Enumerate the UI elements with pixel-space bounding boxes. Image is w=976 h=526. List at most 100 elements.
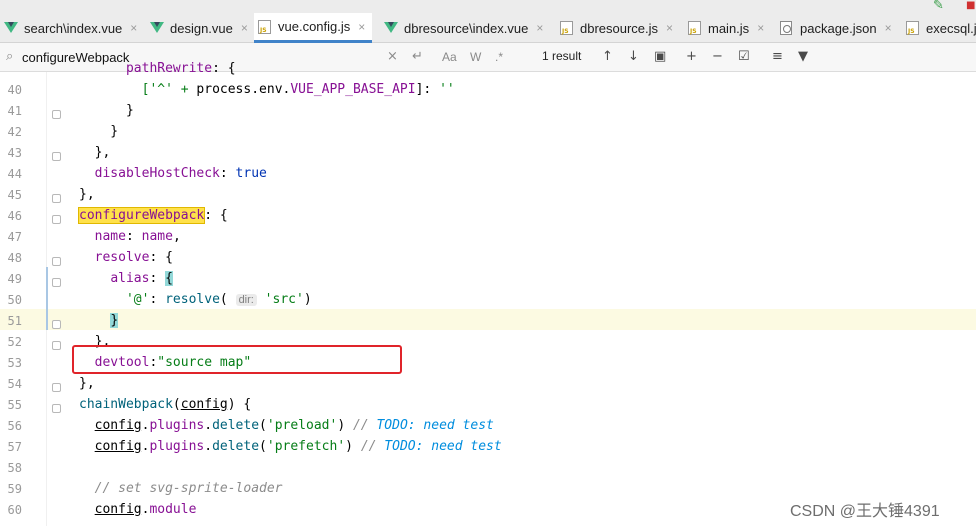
remove-selection-icon[interactable]: − [712, 47, 723, 67]
js-icon [688, 21, 704, 35]
close-icon[interactable]: × [757, 21, 764, 35]
code-line: configureWebpack: { [77, 207, 228, 224]
line-number: 53 [7, 356, 22, 370]
line-number: 60 [7, 503, 22, 517]
open-in-window-icon[interactable]: ▣ [654, 47, 666, 67]
line-number: 55 [7, 398, 22, 412]
regex-button[interactable]: .* [495, 47, 503, 67]
js-icon [258, 19, 274, 34]
js-icon [560, 21, 576, 35]
line-number: 42 [7, 125, 22, 139]
editor-tab-bar: search\index.vue × design.vue × vue.conf… [0, 0, 976, 43]
tab-label: dbresource\index.vue [404, 20, 529, 36]
tab-dbresource-index-vue[interactable]: dbresource\index.vue × [380, 13, 550, 43]
add-selection-icon[interactable]: + [686, 47, 697, 67]
line-number: 49 [7, 272, 22, 286]
js-icon [906, 21, 922, 35]
code-line: ['^' + process.env.VUE_APP_BASE_API]: '' [141, 82, 455, 97]
code-line: chainWebpack(config) { [79, 397, 252, 412]
line-number: 51 [7, 314, 22, 328]
code-editor[interactable]: 40 41 42 43 44 45 46 47 48 49 50 51 52 5… [0, 61, 976, 526]
parameter-hint: dir: [235, 294, 257, 306]
code-line: disableHostCheck: true [94, 166, 267, 181]
tab-label: execsql.js [926, 20, 976, 36]
in-selection-icon[interactable]: ≡ [772, 47, 783, 67]
tab-dbresource-js[interactable]: dbresource.js × [556, 13, 678, 43]
fold-toggle-icon[interactable] [52, 278, 61, 287]
build-hammer-icon[interactable]: ✎ [933, 0, 944, 13]
code-line: }, [79, 145, 111, 160]
line-number: 57 [7, 440, 22, 454]
select-all-occurrences-icon[interactable]: ☑ [738, 47, 750, 67]
close-icon[interactable]: × [536, 21, 543, 35]
code-line: config.module [94, 502, 197, 517]
search-result-count: 1 result [542, 49, 582, 63]
clear-search-icon[interactable]: × [387, 47, 398, 67]
line-number: 50 [7, 293, 22, 307]
code-line: name: name, [94, 229, 181, 244]
code-line: resolve: { [94, 250, 173, 265]
vue-icon [4, 21, 20, 35]
line-number: 54 [7, 377, 22, 391]
tab-design-vue[interactable]: design.vue × [146, 13, 254, 43]
line-number: 52 [7, 335, 22, 349]
vue-icon [150, 21, 166, 35]
vue-icon [384, 21, 400, 35]
code-line: pathRewrite: { [125, 61, 236, 76]
line-number: 45 [7, 188, 22, 202]
watermark: CSDN @王大锤4391 [790, 503, 940, 520]
line-number: 47 [7, 230, 22, 244]
close-icon[interactable]: × [358, 20, 365, 34]
notification-icon[interactable]: ■ [966, 0, 976, 12]
line-number: 56 [7, 419, 22, 433]
close-icon[interactable]: × [241, 21, 248, 35]
fold-toggle-icon[interactable] [52, 215, 61, 224]
code-line: '@': resolve( dir: 'src') [125, 292, 312, 307]
line-number: 41 [7, 104, 22, 118]
previous-occurrence-icon[interactable]: ↑ [602, 47, 613, 67]
line-number: 59 [7, 482, 22, 496]
close-icon[interactable]: × [130, 21, 137, 35]
tab-main-js[interactable]: main.js × [684, 13, 770, 43]
new-line-icon[interactable]: ↵ [412, 47, 423, 67]
words-button[interactable]: W [470, 47, 481, 67]
fold-toggle-icon[interactable] [52, 341, 61, 350]
code-line: // set svg-sprite-loader [94, 481, 283, 496]
tab-search-index-vue[interactable]: search\index.vue × [0, 13, 146, 43]
code-line: config.plugins.delete('prefetch') // TOD… [94, 439, 502, 454]
code-line: config.plugins.delete('preload') // TODO… [94, 418, 494, 433]
code-line: }, [79, 376, 95, 391]
tab-label: main.js [708, 20, 750, 36]
code-line: }, [79, 187, 95, 202]
next-occurrence-icon[interactable]: ↓ [628, 47, 639, 67]
change-marker [46, 267, 48, 330]
tab-vue-config-js[interactable]: vue.config.js × [254, 13, 372, 43]
tab-execsql-js[interactable]: execsql.js [902, 13, 976, 43]
package-icon [780, 21, 796, 35]
fold-toggle-icon[interactable] [52, 152, 61, 161]
tab-label: design.vue [170, 20, 233, 36]
fold-toggle-icon[interactable] [52, 320, 61, 329]
code-line: } [110, 313, 119, 328]
fold-toggle-icon[interactable] [52, 194, 61, 203]
fold-toggle-icon[interactable] [52, 110, 61, 119]
fold-toggle-icon[interactable] [52, 404, 61, 413]
tab-label: search\index.vue [24, 20, 123, 36]
code-line: } [79, 124, 119, 139]
tab-label: vue.config.js [278, 19, 351, 34]
tab-package-json[interactable]: package.json × [776, 13, 898, 43]
close-icon[interactable]: × [885, 21, 892, 35]
line-number: 48 [7, 251, 22, 265]
line-number: 58 [7, 461, 22, 475]
code-line: } [79, 103, 134, 118]
match-case-button[interactable]: Aa [442, 47, 457, 67]
tab-label: package.json [800, 20, 877, 36]
filter-icon[interactable]: ▼ [798, 47, 808, 67]
fold-toggle-icon[interactable] [52, 383, 61, 392]
tab-label: dbresource.js [580, 20, 659, 36]
line-number: 46 [7, 209, 22, 223]
annotation-highlight-box [72, 345, 402, 374]
line-number: 43 [7, 146, 22, 160]
fold-toggle-icon[interactable] [52, 257, 61, 266]
close-icon[interactable]: × [666, 21, 673, 35]
